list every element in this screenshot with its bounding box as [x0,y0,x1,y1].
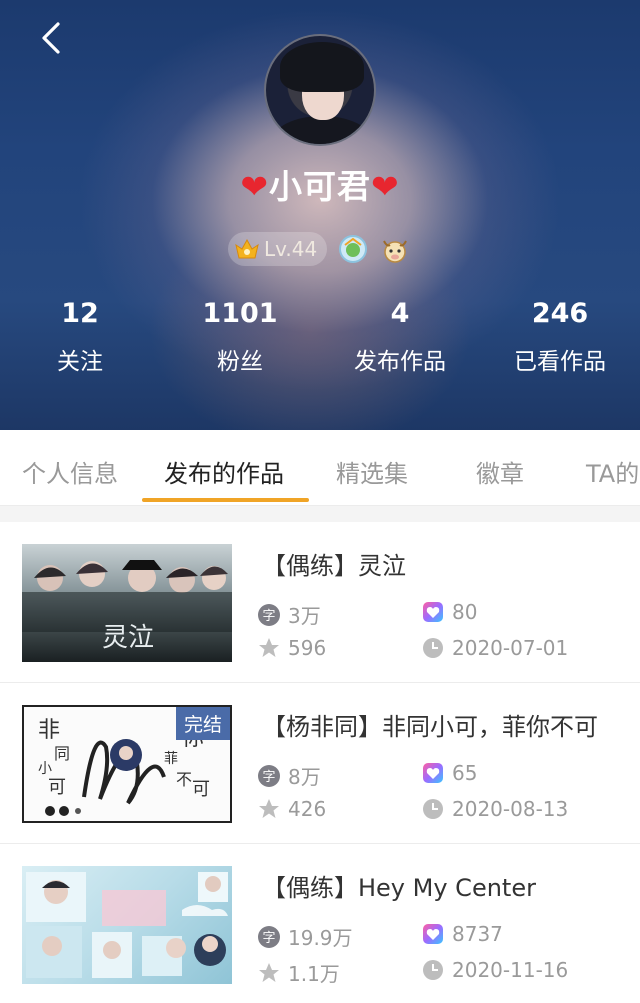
heart-icon: ❤ [240,167,269,206]
svg-text:字: 字 [262,770,275,785]
star-icon [259,638,279,657]
level-text: Lv.44 [264,237,318,261]
heart-like-icon [423,763,443,783]
publish-date: 2020-11-16 [422,958,568,982]
work-cover[interactable]: 非 同 小 可 你 菲 不 可 完结 [22,705,232,823]
svg-text:同: 同 [54,744,70,763]
work-title[interactable]: 【偶练】Hey My Center [262,868,536,903]
heart-icon: ❤ [371,167,400,206]
nickname: ❤小可君❤ [0,160,640,208]
work-title[interactable]: 【偶练】灵泣 [262,546,406,581]
work-title[interactable]: 【杨非同】非同小可，菲你不可 [262,707,598,742]
tab-profile-info[interactable]: 个人信息 [22,454,118,489]
star-count: 426 [258,797,326,821]
badge-row: Lv.44 [228,232,411,266]
tab-published-works[interactable]: 发布的作品 [164,454,284,489]
stat-number: 246 [531,298,589,329]
svg-text:可: 可 [48,777,66,798]
work-item[interactable]: 非 同 小 可 你 菲 不 可 完结 【杨非同】非同小可，菲你不可 字 8万 [0,683,640,844]
clock-icon [423,638,443,658]
word-count: 字 3万 [258,600,321,629]
crown-level-icon [235,238,259,259]
nickname-text: 小可君 [269,167,371,206]
star-count: 596 [258,636,326,660]
word-count-value: 3万 [288,604,321,628]
star-icon [259,799,279,818]
cover-title: 灵泣 [102,623,154,653]
stat-number: 12 [61,298,99,329]
work-cover[interactable]: 灵泣 [22,544,232,662]
like-count-value: 80 [452,600,478,624]
stat-fans[interactable]: 1101 粉丝 [160,296,320,376]
svg-text:非: 非 [38,718,60,743]
word-count-icon: 字 [258,925,280,948]
back-arrow-icon[interactable] [34,18,74,58]
clock-icon [423,960,443,980]
svg-text:字: 字 [262,609,275,624]
star-icon [259,962,279,982]
stat-number: 4 [390,298,410,329]
medal-ox-icon[interactable] [379,233,411,265]
stat-label: 关注 [57,349,103,375]
word-count-value: 8万 [288,765,321,789]
svg-text:小: 小 [38,761,52,777]
like-count: 80 [422,600,477,624]
publish-date-value: 2020-11-16 [452,958,569,982]
tab-bar: 个人信息 发布的作品 精选集 徽章 TA的 [0,430,640,506]
star-count-value: 596 [288,636,327,660]
word-count-icon: 字 [258,603,280,626]
word-count-value: 19.9万 [288,926,353,950]
word-count: 字 8万 [258,761,321,790]
like-count-value: 8737 [452,922,503,946]
word-count: 字 19.9万 [258,922,353,951]
like-count: 8737 [422,922,503,946]
stat-label: 已看作品 [514,349,606,375]
word-count-icon: 字 [258,764,280,787]
work-item[interactable]: 【偶练】Hey My Center 字 19.9万 8737 1.1万 2020… [0,844,640,1003]
stat-viewed[interactable]: 246 已看作品 [480,296,640,376]
svg-text:可: 可 [192,779,210,800]
publish-date-value: 2020-08-13 [452,797,569,821]
svg-text:菲: 菲 [164,751,178,767]
svg-text:字: 字 [262,931,275,946]
stat-label: 粉丝 [217,349,263,375]
cover-art-group-icon: 灵泣 [22,560,232,653]
like-count-value: 65 [452,761,478,785]
work-item[interactable]: 灵泣 【偶练】灵泣 字 3万 80 596 2020-07-01 [0,522,640,683]
stat-following[interactable]: 12 关注 [0,296,160,376]
star-count-value: 1.1万 [288,962,340,986]
publish-date: 2020-08-13 [422,797,568,821]
tab-ta-more[interactable]: TA的 [586,454,639,489]
publish-date: 2020-07-01 [422,636,568,660]
publish-date-value: 2020-07-01 [452,636,569,660]
stat-number: 1101 [202,298,278,329]
level-badge[interactable]: Lv.44 [228,232,328,266]
medal-planet-icon[interactable] [337,233,369,265]
cover-art-collage-icon [26,872,228,978]
stats-row: 12 关注 1101 粉丝 4 发布作品 246 已看作品 [0,296,640,376]
stat-label: 发布作品 [354,349,446,375]
clock-icon [423,799,443,819]
works-list: 灵泣 【偶练】灵泣 字 3万 80 596 2020-07-01 非 同 小 可… [0,522,640,1003]
section-divider [0,506,640,522]
stat-published[interactable]: 4 发布作品 [320,296,480,376]
svg-text:不: 不 [176,770,192,789]
profile-page: ❤小可君❤ Lv.44 12 关注 1101 粉丝 4 发布作品 246 已看作… [0,0,640,1003]
profile-header: ❤小可君❤ Lv.44 12 关注 1101 粉丝 4 发布作品 246 已看作… [0,0,640,430]
active-tab-indicator [142,498,309,502]
star-count: 1.1万 [258,958,340,987]
heart-like-icon [423,602,443,622]
tab-badges[interactable]: 徽章 [476,454,524,489]
work-cover[interactable] [22,866,232,984]
star-count-value: 426 [288,797,327,821]
like-count: 65 [422,761,477,785]
avatar[interactable] [264,34,376,146]
heart-like-icon [423,924,443,944]
status-badge: 完结 [175,707,230,740]
tab-collections[interactable]: 精选集 [336,454,408,489]
